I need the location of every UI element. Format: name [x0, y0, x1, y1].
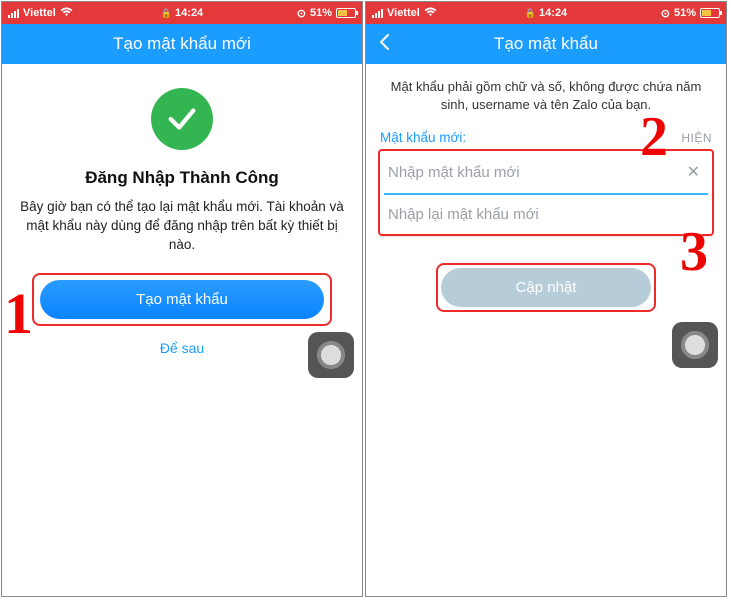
- carrier-label: Viettel: [23, 7, 56, 19]
- screen-1: Viettel 🔒 14:24 ⊙ 51% Tạo mật khẩu mới Đ…: [1, 1, 363, 597]
- show-password-toggle[interactable]: HIỆN: [681, 131, 712, 145]
- signal-icon: [372, 9, 383, 18]
- status-bar: Viettel 🔒 14:24 ⊙ 51%: [2, 2, 362, 24]
- battery-icon: [336, 8, 356, 18]
- create-password-button[interactable]: Tạo mật khẩu: [40, 280, 324, 319]
- success-check-icon: [151, 88, 213, 150]
- divider: [378, 236, 714, 237]
- header-bar: Tạo mật khẩu: [366, 24, 726, 64]
- battery-label: 51%: [674, 7, 696, 19]
- back-button[interactable]: [378, 33, 392, 55]
- wifi-icon: [60, 7, 73, 20]
- new-password-input[interactable]: Nhập mật khẩu mới ✕: [384, 151, 708, 195]
- password-instruction: Mật khẩu phải gồm chữ và số, không được …: [366, 64, 726, 130]
- alarm-icon: ⊙: [297, 7, 306, 20]
- lock-icon: 🔒: [525, 8, 536, 19]
- clock-label: 14:24: [175, 7, 203, 19]
- lock-icon: 🔒: [161, 8, 172, 19]
- new-password-label: Mật khẩu mới:: [380, 130, 466, 145]
- clock-label: 14:24: [539, 7, 567, 19]
- assistive-touch-icon[interactable]: [672, 322, 718, 368]
- carrier-label: Viettel: [387, 7, 420, 19]
- header-title: Tạo mật khẩu mới: [113, 34, 251, 54]
- confirm-password-input[interactable]: Nhập lại mật khẩu mới: [384, 195, 708, 234]
- assistive-touch-icon[interactable]: [308, 332, 354, 378]
- signal-icon: [8, 9, 19, 18]
- annotation-box-2: Nhập mật khẩu mới ✕ Nhập lại mật khẩu mớ…: [378, 149, 714, 236]
- header-title: Tạo mật khẩu: [494, 34, 598, 54]
- header-bar: Tạo mật khẩu mới: [2, 24, 362, 64]
- new-password-placeholder: Nhập mật khẩu mới: [388, 164, 520, 181]
- screen-2: Viettel 🔒 14:24 ⊙ 51% Tạo mật khẩu Mật k…: [365, 1, 727, 597]
- update-button[interactable]: Cập nhật: [441, 268, 651, 307]
- annotation-box-3: Cập nhật: [436, 263, 656, 312]
- battery-label: 51%: [310, 7, 332, 19]
- battery-icon: [700, 8, 720, 18]
- confirm-password-placeholder: Nhập lại mật khẩu mới: [388, 206, 539, 223]
- success-title: Đăng Nhập Thành Công: [2, 168, 362, 188]
- success-description: Bây giờ bạn có thể tạo lại mật khẩu mới.…: [2, 198, 362, 255]
- status-bar: Viettel 🔒 14:24 ⊙ 51%: [366, 2, 726, 24]
- alarm-icon: ⊙: [661, 7, 670, 20]
- wifi-icon: [424, 7, 437, 20]
- clear-input-icon[interactable]: ✕: [683, 162, 704, 182]
- annotation-box-1: Tạo mật khẩu: [32, 273, 332, 326]
